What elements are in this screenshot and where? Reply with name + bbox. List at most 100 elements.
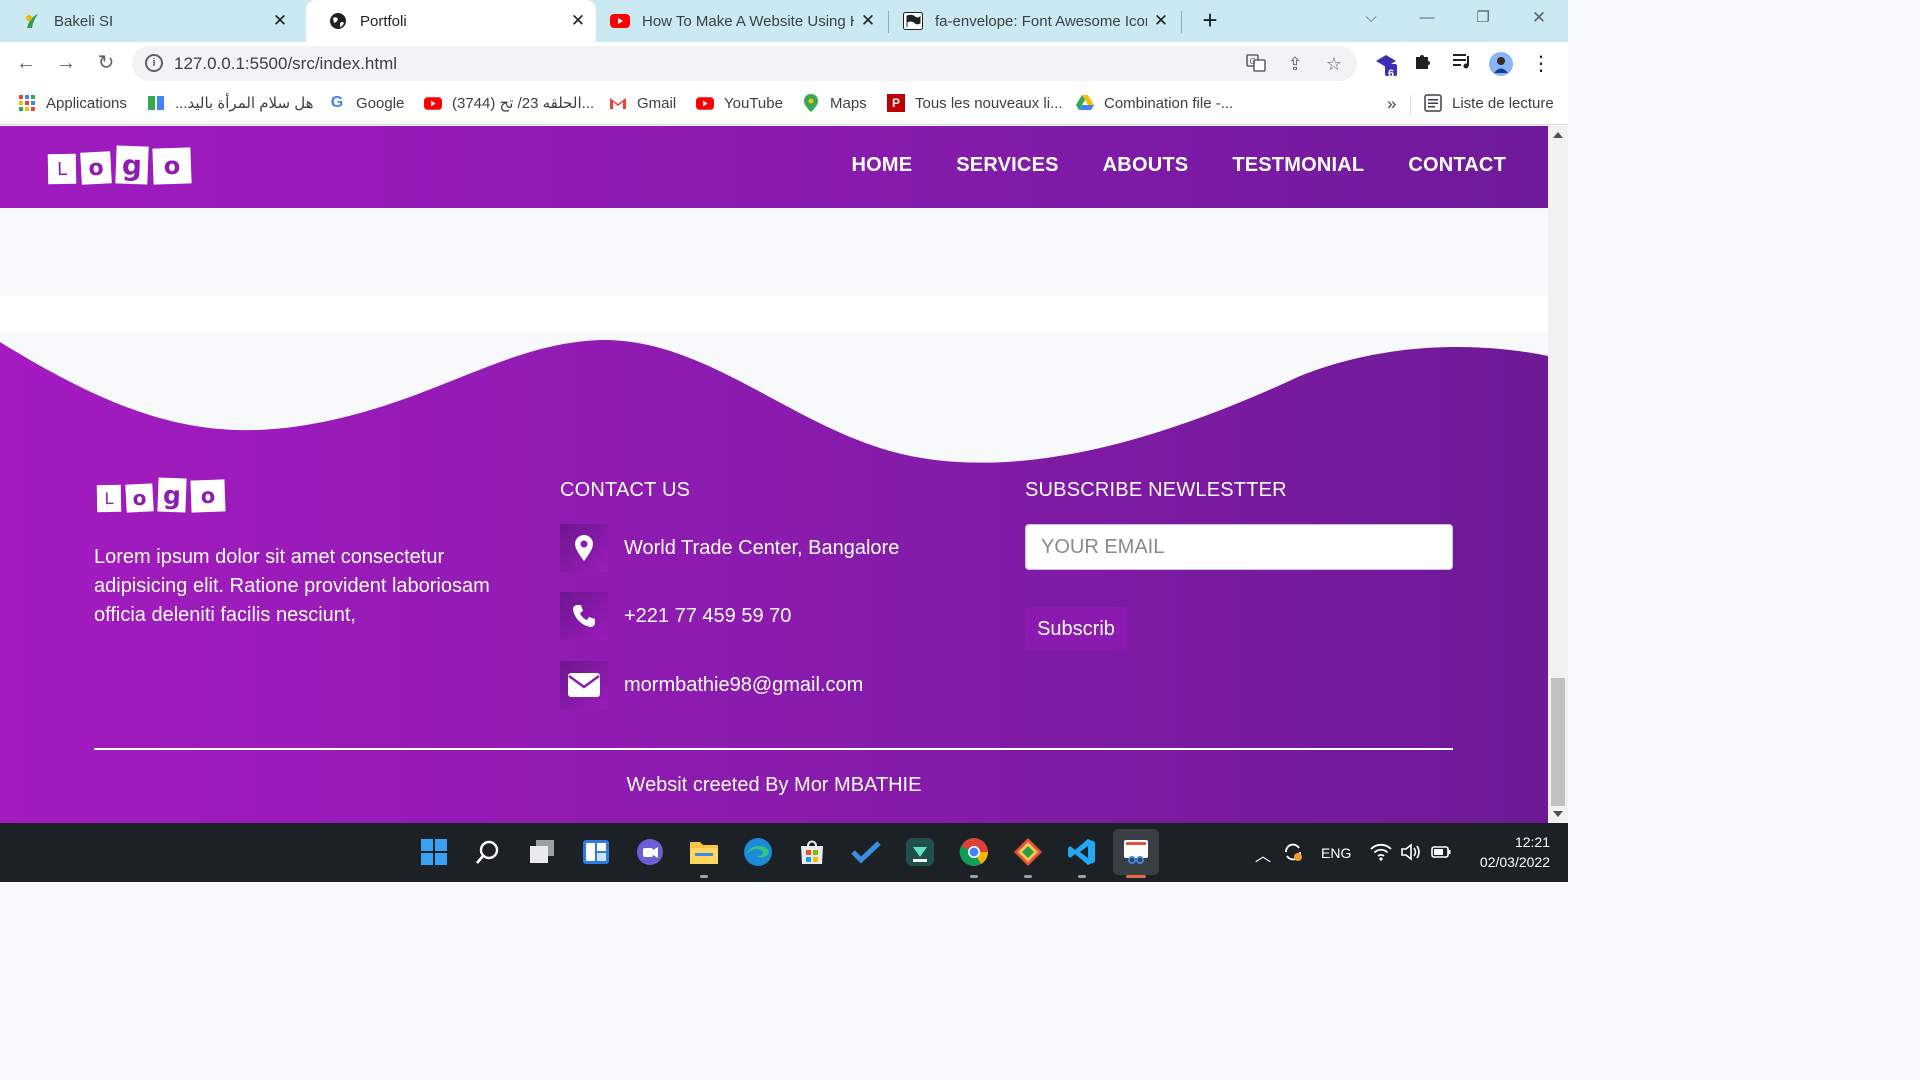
- reading-list-label: Liste de lecture: [1452, 94, 1554, 112]
- tab-separator: [1181, 11, 1182, 33]
- nav-contact[interactable]: CONTACT: [1408, 154, 1506, 177]
- menu-kebab-icon[interactable]: ⋮: [1528, 51, 1554, 77]
- logo-letter: g: [157, 477, 187, 513]
- extension-icon[interactable]: [1373, 51, 1399, 77]
- tab-close-icon[interactable]: ✕: [1151, 11, 1171, 31]
- tab-close-icon[interactable]: ✕: [270, 11, 290, 31]
- task-view-icon[interactable]: [525, 835, 559, 869]
- bookmark-maps[interactable]: Maps: [802, 94, 867, 112]
- bookmark-applications[interactable]: Applications: [18, 94, 127, 112]
- contact-phone: +221 77 459 59 70: [560, 592, 791, 640]
- nav-abouts[interactable]: ABOUTS: [1103, 154, 1189, 177]
- book-icon: [147, 94, 165, 112]
- tab-font-awesome[interactable]: fa-envelope: Font Awesome Icon ✕: [889, 0, 1179, 42]
- bookmark-combination-file[interactable]: Combination file -...: [1076, 94, 1233, 112]
- language-indicator[interactable]: ENG: [1321, 845, 1351, 861]
- chrome-icon[interactable]: [957, 835, 991, 869]
- tab-title: How To Make A Website Using H: [642, 12, 854, 30]
- logo-letter: o: [190, 479, 226, 513]
- back-arrow-icon[interactable]: ←: [12, 49, 40, 77]
- bookmark-star-icon[interactable]: ☆: [1323, 53, 1345, 75]
- puzzle-extensions-icon[interactable]: [1410, 51, 1436, 77]
- microsoft-store-icon[interactable]: [795, 835, 829, 869]
- vscode-icon[interactable]: [1065, 835, 1099, 869]
- logo-letter: L: [96, 484, 122, 513]
- widgets-icon[interactable]: [579, 835, 613, 869]
- tab-bakeli[interactable]: Bakeli SI ✕: [0, 0, 298, 42]
- scrollbar-thumb[interactable]: [1551, 678, 1565, 806]
- tab-close-icon[interactable]: ✕: [858, 11, 878, 31]
- tab-search-chevron-icon[interactable]: ⌵: [1356, 6, 1386, 34]
- nav-services[interactable]: SERVICES: [956, 154, 1058, 177]
- scroll-down-arrow-icon[interactable]: [1553, 811, 1563, 817]
- contact-phone-text: +221 77 459 59 70: [624, 604, 792, 627]
- clock-time[interactable]: 12:21: [1480, 834, 1550, 850]
- tab-title: fa-envelope: Font Awesome Icon: [935, 12, 1147, 30]
- bookmark-gmail[interactable]: Gmail: [609, 94, 676, 112]
- bookmark-google[interactable]: G Google: [328, 94, 405, 112]
- bookmark-youtube-episode[interactable]: (3744) الحلقه 23/ تح...: [424, 94, 594, 112]
- bookmarks-overflow-icon[interactable]: »: [1387, 94, 1396, 114]
- footer-logo[interactable]: L o g o: [96, 477, 230, 513]
- bookmark-tous-les-nouveaux[interactable]: P Tous les nouveaux li...: [887, 94, 1063, 112]
- sync-update-icon[interactable]: [1282, 841, 1304, 866]
- bookmark-arabic-article[interactable]: هل سلام المرأة باليد...: [147, 94, 314, 112]
- file-explorer-icon[interactable]: [687, 835, 721, 869]
- tab-youtube-video[interactable]: How To Make A Website Using H ✕: [596, 0, 886, 42]
- bookmarks-bar: Applications هل سلام المرأة باليد... G G…: [0, 85, 1568, 125]
- logo-letter: g: [115, 145, 149, 185]
- flag-icon: [903, 11, 923, 31]
- maps-pin-icon: [802, 94, 820, 112]
- reload-icon[interactable]: ↻: [92, 49, 120, 77]
- minimize-icon[interactable]: —: [1412, 6, 1442, 34]
- scroll-up-arrow-icon[interactable]: [1553, 132, 1563, 138]
- p-logo-icon: P: [887, 94, 905, 112]
- tab-portfoli[interactable]: Portfoli ✕: [306, 0, 596, 42]
- volume-icon[interactable]: [1400, 843, 1422, 864]
- app-dark-icon[interactable]: [903, 835, 937, 869]
- restore-icon[interactable]: ❐: [1468, 6, 1498, 34]
- bookmark-youtube[interactable]: YouTube: [696, 94, 783, 112]
- page-scrollbar[interactable]: [1548, 126, 1568, 823]
- new-tab-button[interactable]: +: [1196, 7, 1224, 35]
- snipping-tool-icon[interactable]: [1119, 835, 1153, 869]
- contact-email: mormbathie98@gmail.com: [560, 661, 863, 709]
- tray-chevron-up-icon[interactable]: ︿: [1255, 842, 1271, 866]
- newsletter-email-input[interactable]: [1025, 524, 1453, 570]
- tab-close-icon[interactable]: ✕: [568, 11, 588, 31]
- translate-icon[interactable]: G: [1245, 53, 1267, 75]
- nav-home[interactable]: HOME: [851, 154, 912, 177]
- media-queue-icon[interactable]: [1449, 51, 1475, 77]
- logo-letter: L: [47, 153, 77, 185]
- edge-browser-icon[interactable]: [741, 835, 775, 869]
- search-icon[interactable]: [471, 835, 505, 869]
- tab-title: Portfoli: [360, 12, 407, 30]
- extension-badge: 6: [1388, 68, 1395, 80]
- reading-list-button[interactable]: Liste de lecture: [1424, 94, 1554, 112]
- close-window-icon[interactable]: ✕: [1524, 6, 1554, 34]
- google-icon: G: [330, 94, 344, 111]
- address-bar[interactable]: i 127.0.0.1:5500/src/index.html G ⇪ ☆: [132, 46, 1357, 81]
- map-marker-icon: [560, 524, 608, 572]
- running-indicator: [1024, 875, 1032, 878]
- clock-date[interactable]: 02/03/2022: [1466, 854, 1550, 870]
- apps-grid-icon: [18, 94, 36, 112]
- profile-avatar[interactable]: [1488, 51, 1514, 77]
- wifi-icon[interactable]: [1370, 843, 1392, 864]
- teams-chat-icon[interactable]: [633, 835, 667, 869]
- site-header: L o g o HOME SERVICES ABOUTS TESTMONIAL …: [0, 126, 1548, 208]
- browser-toolbar: ← → ↻ i 127.0.0.1:5500/src/index.html G …: [0, 42, 1568, 85]
- battery-icon[interactable]: [1430, 844, 1452, 863]
- forward-arrow-icon[interactable]: →: [52, 49, 80, 77]
- windows-taskbar: ︿ ENG 12:21 02/03/2022: [0, 823, 1568, 882]
- todo-check-icon[interactable]: [849, 835, 883, 869]
- header-logo[interactable]: L o g o: [47, 145, 196, 185]
- subscribe-button[interactable]: Subscrib: [1025, 607, 1127, 651]
- active-app-indicator: [1126, 875, 1146, 878]
- windows-start-icon[interactable]: [417, 835, 451, 869]
- share-icon[interactable]: ⇪: [1284, 53, 1306, 75]
- nav-testmonial[interactable]: TESTMONIAL: [1232, 154, 1364, 177]
- gitkraken-app-icon[interactable]: [1011, 835, 1045, 869]
- site-info-icon[interactable]: i: [145, 54, 163, 72]
- contact-email-text: mormbathie98@gmail.com: [624, 673, 864, 696]
